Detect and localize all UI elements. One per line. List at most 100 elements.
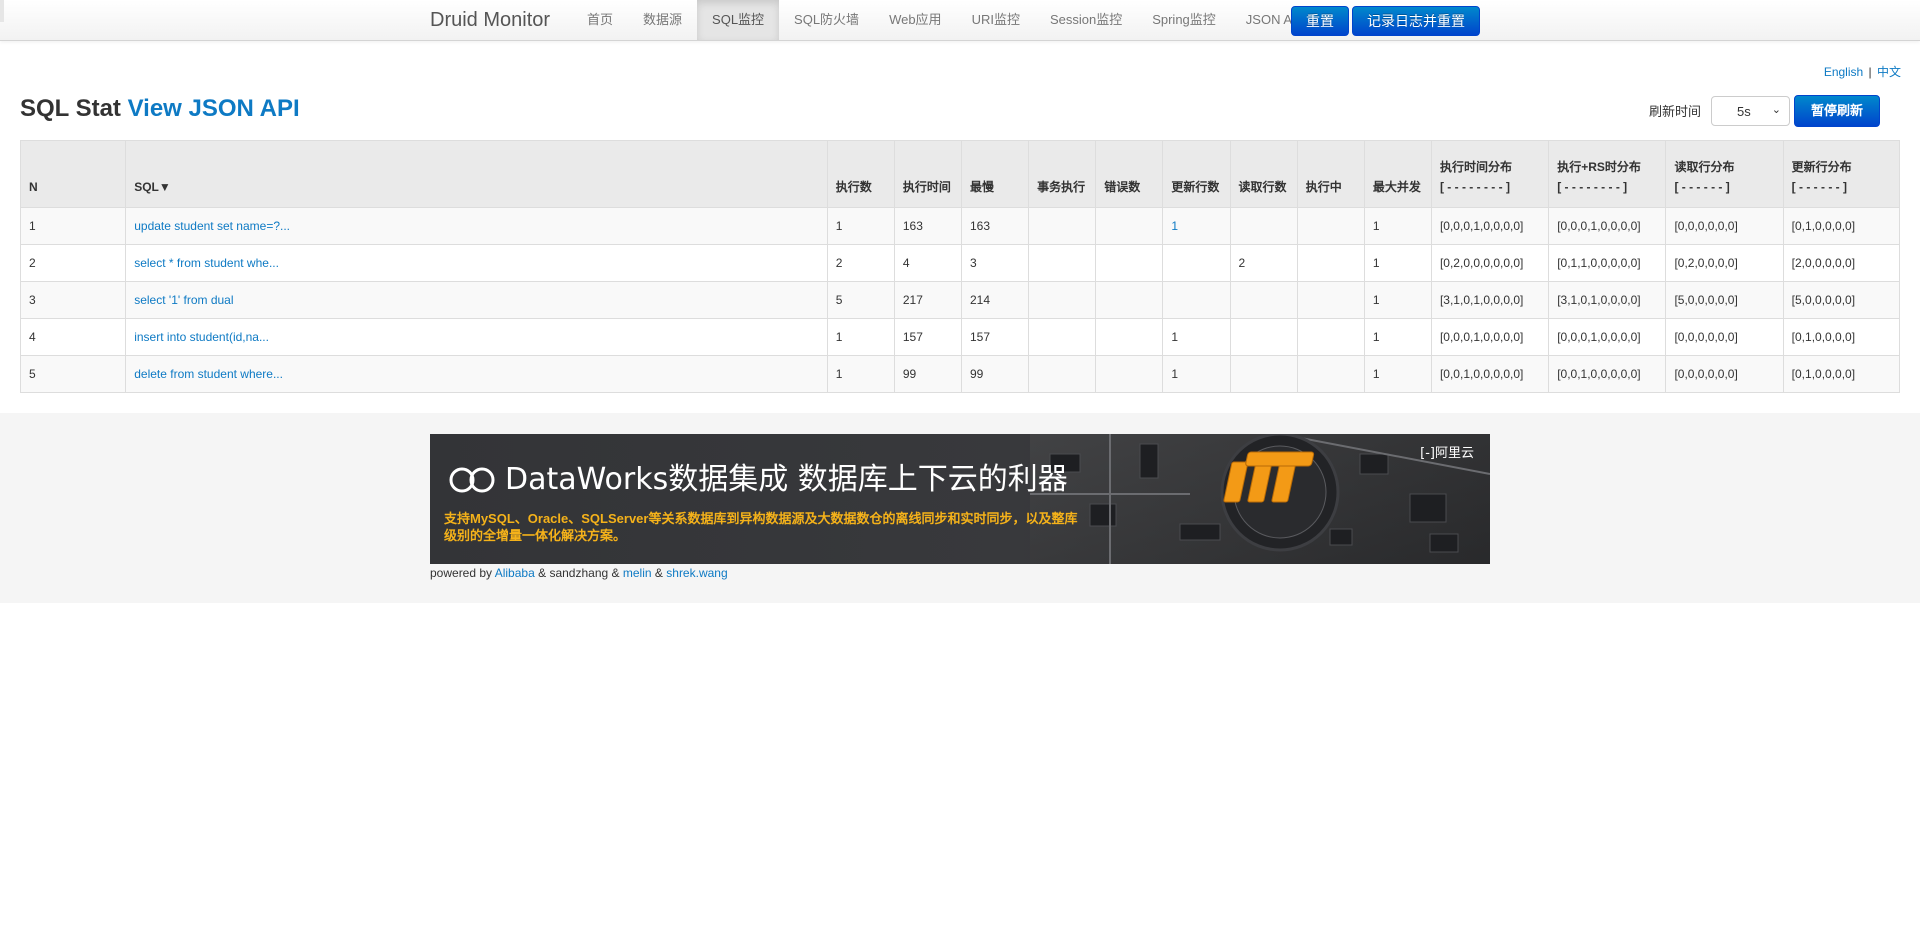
cell-update-hist: [5,0,0,0,0,0] bbox=[1782, 281, 1901, 319]
cell-sql: insert into student(id,na... bbox=[125, 318, 828, 356]
shrek-wang-link[interactable]: shrek.wang bbox=[666, 566, 727, 580]
cell-max-concurrent: 1 bbox=[1363, 244, 1432, 282]
col-header-exec-time[interactable]: 执行时间 bbox=[893, 140, 962, 208]
alibaba-link[interactable]: Alibaba bbox=[495, 566, 535, 580]
col-header-sql[interactable]: SQL▼ bbox=[125, 140, 828, 208]
cell-slowest: 163 bbox=[960, 207, 1030, 245]
cell-exec-rs-hist: [0,0,0,1,0,0,0,0] bbox=[1548, 207, 1667, 245]
cell-exec-time: 163 bbox=[893, 207, 962, 245]
cell-exec-count: 5 bbox=[826, 281, 895, 319]
cell-errors bbox=[1095, 355, 1164, 393]
nav-link-session[interactable]: Session监控 bbox=[1035, 0, 1137, 40]
cell-update-hist: [0,1,0,0,0,0] bbox=[1782, 318, 1901, 356]
nav-link-webapp[interactable]: Web应用 bbox=[874, 0, 957, 40]
cell-read-hist: [0,0,0,0,0,0] bbox=[1665, 207, 1784, 245]
credits-amp: & bbox=[611, 566, 620, 580]
language-switcher: English | 中文 bbox=[1824, 63, 1901, 80]
cell-max-concurrent: 1 bbox=[1363, 355, 1432, 393]
nav-link-spring[interactable]: Spring监控 bbox=[1137, 0, 1231, 40]
lang-chinese-link[interactable]: 中文 bbox=[1877, 65, 1901, 79]
col-header-max-concurrent[interactable]: 最大并发 bbox=[1363, 140, 1432, 208]
nav-link-datasource[interactable]: 数据源 bbox=[628, 0, 697, 40]
cell-exec-hist: [0,0,1,0,0,0,0,0] bbox=[1430, 355, 1550, 393]
col-header-exec-hist-sub: [ - - - - - - - - ] bbox=[1439, 180, 1510, 194]
cell-read-rows bbox=[1229, 207, 1298, 245]
cell-read-rows bbox=[1229, 281, 1298, 319]
pause-refresh-button[interactable]: 暂停刷新 bbox=[1794, 95, 1880, 127]
cell-exec-hist: [0,0,0,1,0,0,0,0] bbox=[1430, 318, 1550, 356]
footer: DataWorks数据集成 数据库上下云的利器 支持MySQL、Oracle、S… bbox=[0, 413, 1920, 603]
cell-n: 2 bbox=[19, 244, 127, 282]
sql-link[interactable]: select '1' from dual bbox=[134, 293, 233, 307]
view-json-api-link[interactable]: View JSON API bbox=[128, 95, 300, 122]
cell-running bbox=[1296, 318, 1365, 356]
cell-max-concurrent: 1 bbox=[1363, 318, 1432, 356]
nav-link-wall[interactable]: SQL防火墙 bbox=[779, 0, 874, 40]
cell-slowest: 99 bbox=[960, 355, 1030, 393]
col-header-tx-exec[interactable]: 事务执行 bbox=[1028, 140, 1097, 208]
refresh-interval-label: 刷新时间 bbox=[1649, 104, 1702, 119]
sql-link[interactable]: select * from student whe... bbox=[134, 256, 279, 270]
update-rows-link[interactable]: 1 bbox=[1171, 219, 1178, 233]
col-header-update-rows[interactable]: 更新行数 bbox=[1162, 140, 1231, 208]
col-header-slowest[interactable]: 最慢 bbox=[960, 140, 1030, 208]
col-header-running[interactable]: 执行中 bbox=[1296, 140, 1365, 208]
banner-subline: 支持MySQL、Oracle、SQLServer等关系数据库到异构数据源及大数据… bbox=[444, 511, 1078, 543]
banner-headline: DataWorks数据集成 数据库上下云的利器 bbox=[505, 462, 1068, 497]
col-header-exec-rs-hist[interactable]: 执行+RS时分布 [ - - - - - - - - ] bbox=[1548, 140, 1667, 208]
sql-link[interactable]: insert into student(id,na... bbox=[134, 330, 269, 344]
cell-update-hist: [0,1,0,0,0,0] bbox=[1782, 207, 1901, 245]
melin-link[interactable]: melin bbox=[623, 566, 652, 580]
refresh-interval-select[interactable]: 5s ⌄ bbox=[1711, 96, 1790, 126]
sql-link[interactable]: delete from student where... bbox=[134, 367, 283, 381]
col-header-n[interactable]: N bbox=[19, 140, 127, 208]
col-header-exec-count[interactable]: 执行数 bbox=[826, 140, 895, 208]
col-header-read-rows[interactable]: 读取行数 bbox=[1229, 140, 1298, 208]
nav-link-sql[interactable]: SQL监控 bbox=[697, 0, 780, 40]
col-header-errors[interactable]: 错误数 bbox=[1095, 140, 1164, 208]
sql-stat-table: N SQL▼ 执行数 执行时间 最慢 事务执行 错误数 更新行数 读取行数 执行… bbox=[19, 140, 1901, 393]
dataworks-logo-icon bbox=[449, 467, 495, 493]
cell-sql: update student set name=?... bbox=[125, 207, 828, 245]
aliyun-logo: [-]阿里云 bbox=[1420, 442, 1474, 461]
cell-exec-rs-hist: [0,0,1,0,0,0,0,0] bbox=[1548, 355, 1667, 393]
sandzhang-text: sandzhang bbox=[549, 566, 609, 580]
cell-exec-count: 2 bbox=[826, 244, 895, 282]
cell-tx-exec bbox=[1028, 207, 1097, 245]
cell-tx-exec bbox=[1028, 244, 1097, 282]
refresh-interval-value: 5s bbox=[1737, 104, 1751, 119]
cell-update-rows bbox=[1162, 244, 1231, 282]
cell-exec-rs-hist: [0,1,1,0,0,0,0,0] bbox=[1548, 244, 1667, 282]
dataworks-ad-banner[interactable]: DataWorks数据集成 数据库上下云的利器 支持MySQL、Oracle、S… bbox=[430, 434, 1490, 564]
reset-button[interactable]: 重置 bbox=[1291, 6, 1349, 36]
cell-read-hist: [0,2,0,0,0,0] bbox=[1665, 244, 1784, 282]
cell-running bbox=[1296, 281, 1365, 319]
table-header-row: N SQL▼ 执行数 执行时间 最慢 事务执行 错误数 更新行数 读取行数 执行… bbox=[19, 140, 1901, 208]
col-header-read-hist[interactable]: 读取行分布 [ - - - - - - ] bbox=[1665, 140, 1784, 208]
nav-item-home: 首页 bbox=[572, 0, 628, 40]
cell-read-rows bbox=[1229, 318, 1298, 356]
lang-english-link[interactable]: English bbox=[1824, 65, 1863, 79]
cell-errors bbox=[1095, 318, 1164, 356]
col-header-update-hist-sub: [ - - - - - - ] bbox=[1791, 180, 1847, 194]
col-header-exec-rs-hist-title: 执行+RS时分布 bbox=[1557, 160, 1641, 174]
table-row: 4 insert into student(id,na... 1 157 157… bbox=[19, 318, 1901, 356]
cell-update-rows: 1 bbox=[1162, 355, 1231, 393]
col-header-exec-hist[interactable]: 执行时间分布 [ - - - - - - - - ] bbox=[1430, 140, 1550, 208]
sql-link[interactable]: update student set name=?... bbox=[134, 219, 290, 233]
cell-exec-rs-hist: [0,0,0,1,0,0,0,0] bbox=[1548, 318, 1667, 356]
log-and-reset-button[interactable]: 记录日志并重置 bbox=[1352, 6, 1480, 36]
cell-read-hist: [0,0,0,0,0,0] bbox=[1665, 355, 1784, 393]
nav-item-wall: SQL防火墙 bbox=[779, 0, 874, 40]
cell-exec-hist: [3,1,0,1,0,0,0,0] bbox=[1430, 281, 1550, 319]
table-body: 1 update student set name=?... 1 163 163… bbox=[19, 207, 1901, 393]
top-navbar: Druid Monitor 首页 数据源 SQL监控 SQL防火墙 Web应用 … bbox=[0, 0, 1920, 41]
nav-link-home[interactable]: 首页 bbox=[572, 0, 628, 40]
cell-sql: select '1' from dual bbox=[125, 281, 828, 319]
nav-link-uri[interactable]: URI监控 bbox=[957, 0, 1035, 40]
cell-exec-count: 1 bbox=[826, 355, 895, 393]
cell-running bbox=[1296, 207, 1365, 245]
brand-link[interactable]: Druid Monitor bbox=[430, 0, 550, 40]
cell-update-rows: 1 bbox=[1162, 207, 1231, 245]
col-header-update-hist[interactable]: 更新行分布 [ - - - - - - ] bbox=[1782, 140, 1901, 208]
